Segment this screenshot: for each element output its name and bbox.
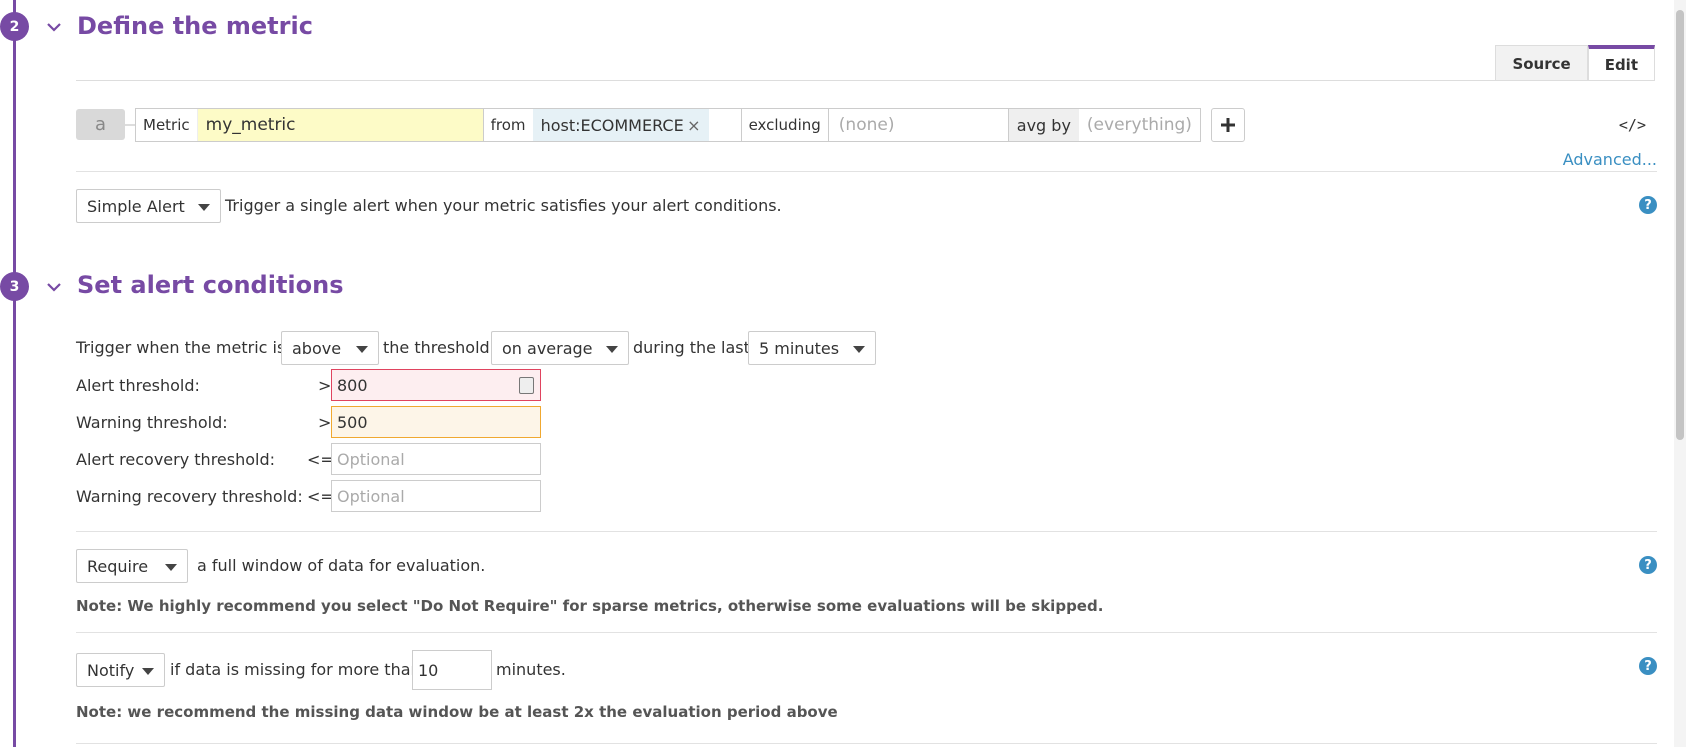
- alert-threshold-operator: >: [318, 376, 332, 395]
- require-text: a full window of data for evaluation.: [197, 556, 486, 575]
- time-window-select[interactable]: 5 minutes: [748, 331, 876, 365]
- alert-threshold-label: Alert threshold:: [76, 376, 200, 395]
- trigger-middle: the threshold: [383, 338, 490, 357]
- warning-recovery-placeholder: Optional: [337, 486, 405, 506]
- step-timeline: [13, 0, 16, 747]
- require-select[interactable]: Require: [76, 549, 188, 583]
- comparison-select[interactable]: above: [281, 331, 379, 365]
- tab-source[interactable]: Source: [1495, 45, 1588, 81]
- advanced-link[interactable]: Advanced...: [1563, 150, 1657, 169]
- from-input[interactable]: [709, 109, 741, 141]
- warning-threshold-operator: >: [318, 413, 332, 432]
- caret-down-icon: [142, 668, 154, 675]
- alert-threshold-input[interactable]: 800: [331, 369, 541, 401]
- comparison-value: above: [292, 338, 342, 358]
- warning-threshold-value: 500: [337, 412, 368, 432]
- from-segment: from host:ECOMMERCE ×: [482, 109, 741, 141]
- metric-input[interactable]: my_metric: [196, 109, 483, 141]
- alert-recovery-placeholder: Optional: [337, 449, 405, 469]
- caret-down-icon: [165, 564, 177, 571]
- metric-label: Metric: [143, 116, 190, 134]
- avg-by-input[interactable]: (everything): [1079, 109, 1200, 141]
- excluding-label: excluding: [748, 116, 821, 134]
- help-icon[interactable]: ?: [1639, 196, 1657, 214]
- query-connector: [125, 108, 135, 142]
- tabs-divider: [76, 80, 1655, 81]
- alert-recovery-input[interactable]: Optional: [331, 443, 541, 475]
- missing-data-minutes-value: 10: [418, 660, 439, 680]
- alert-recovery-operator: <=: [307, 450, 334, 469]
- plus-icon: [1220, 118, 1235, 132]
- caret-down-icon: [356, 346, 368, 353]
- require-value: Require: [87, 556, 149, 576]
- avg-by-label: avg by: [1007, 109, 1079, 141]
- help-icon[interactable]: ?: [1639, 556, 1657, 574]
- alert-type-value: Simple Alert: [87, 196, 185, 216]
- query-editor: Metric my_metric from host:ECOMMERCE × e…: [135, 108, 1201, 142]
- excluding-input[interactable]: (none): [827, 109, 1008, 141]
- query-letter[interactable]: a: [76, 109, 125, 140]
- caret-down-icon: [853, 346, 865, 353]
- code-toggle-icon[interactable]: </>: [1619, 116, 1646, 134]
- from-tag[interactable]: host:ECOMMERCE ×: [532, 109, 709, 141]
- time-window-value: 5 minutes: [759, 338, 840, 358]
- add-function-button[interactable]: [1210, 108, 1245, 142]
- divider: [76, 171, 1657, 172]
- remove-tag-icon[interactable]: ×: [687, 116, 700, 135]
- require-note: Note: We highly recommend you select "Do…: [76, 597, 1104, 615]
- warning-recovery-operator: <=: [307, 487, 334, 506]
- chevron-down-icon[interactable]: [45, 278, 63, 296]
- scrollbar-thumb[interactable]: [1676, 10, 1684, 440]
- step-3-badge: 3: [0, 272, 29, 301]
- alert-type-select[interactable]: Simple Alert: [76, 189, 221, 223]
- from-label: from: [490, 116, 526, 134]
- divider: [76, 743, 1657, 744]
- warning-threshold-input[interactable]: 500: [331, 406, 541, 438]
- warning-recovery-input[interactable]: Optional: [331, 480, 541, 512]
- warning-recovery-label: Warning recovery threshold:: [76, 487, 303, 506]
- trigger-during: during the last: [633, 338, 750, 357]
- section-title-define-metric: Define the metric: [77, 12, 313, 40]
- notify-value: Notify: [87, 660, 135, 680]
- step-2-badge: 2: [0, 12, 29, 41]
- alert-threshold-value: 800: [337, 375, 368, 395]
- scrollbar[interactable]: [1674, 0, 1686, 747]
- notify-select[interactable]: Notify: [76, 653, 165, 687]
- divider: [76, 531, 1657, 532]
- from-tag-label: host:ECOMMERCE: [540, 115, 684, 135]
- notify-text-after: minutes.: [496, 660, 566, 679]
- excluding-segment: excluding (none): [740, 109, 1008, 141]
- aggregation-select[interactable]: on average: [491, 331, 629, 365]
- caret-down-icon: [606, 346, 618, 353]
- editor-tabs: Source Edit: [1495, 45, 1655, 81]
- missing-data-minutes-input[interactable]: 10: [412, 650, 492, 690]
- contact-card-icon[interactable]: [519, 377, 534, 394]
- alert-type-description: Trigger a single alert when your metric …: [225, 196, 782, 215]
- section-title-alert-conditions: Set alert conditions: [77, 271, 344, 299]
- divider: [76, 632, 1657, 633]
- alert-recovery-label: Alert recovery threshold:: [76, 450, 276, 469]
- query-row: a Metric my_metric from host:ECOMMERCE ×…: [76, 108, 1245, 142]
- aggregation-value: on average: [502, 338, 593, 358]
- tab-edit[interactable]: Edit: [1587, 45, 1655, 81]
- notify-note: Note: we recommend the missing data wind…: [76, 703, 838, 721]
- chevron-down-icon[interactable]: [45, 18, 63, 36]
- warning-threshold-label: Warning threshold:: [76, 413, 228, 432]
- notify-text-before: if data is missing for more than: [170, 660, 421, 679]
- caret-down-icon: [198, 204, 210, 211]
- help-icon[interactable]: ?: [1639, 657, 1657, 675]
- trigger-prefix: Trigger when the metric is: [76, 338, 286, 357]
